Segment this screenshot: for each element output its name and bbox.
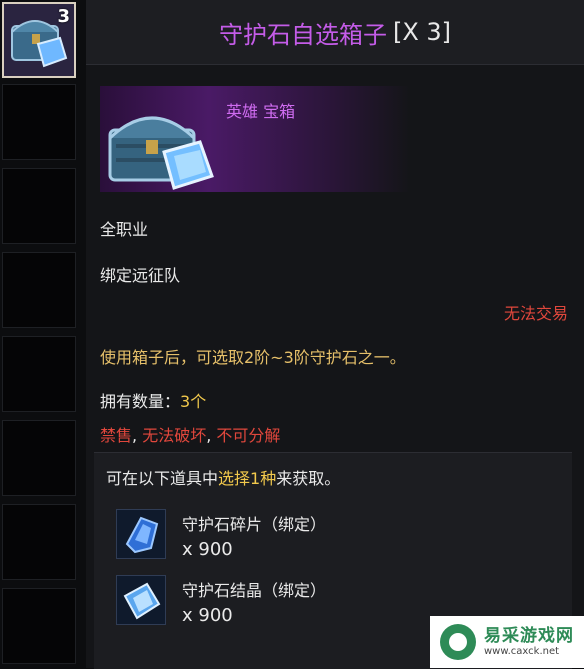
shard-icon bbox=[125, 516, 159, 554]
inventory-slot-selected[interactable]: 3 bbox=[2, 2, 76, 78]
reward-name-crystal: 守护石结晶（绑定） bbox=[182, 581, 327, 600]
item-title: 守护石自选箱子 bbox=[218, 20, 387, 49]
bind-type: 绑定远征队 bbox=[100, 266, 181, 285]
restriction-dismantle: 不可分解 bbox=[216, 426, 281, 445]
item-grade-label: 英雄 宝箱 bbox=[226, 102, 296, 121]
reward-qty-shard: x 900 bbox=[182, 539, 233, 560]
restriction-separator: , bbox=[132, 426, 143, 445]
choice-suffix: 来获取。 bbox=[276, 469, 341, 488]
item-description: 使用箱子后，可选取2阶~3阶守护石之一。 bbox=[100, 348, 406, 367]
crystal-icon bbox=[123, 582, 161, 620]
item-tooltip: 守护石自选箱子 [X 3] 英雄 宝箱 全职业 绑定远征队 无法交易 使用箱子后… bbox=[86, 0, 584, 669]
choice-prefix: 可在以下道具中 bbox=[106, 469, 219, 488]
site-logo-icon bbox=[440, 624, 476, 660]
item-stack-count: 3 bbox=[57, 6, 70, 27]
tooltip-title-bar: 守护石自选箱子 [X 3] bbox=[86, 0, 584, 65]
owned-label: 拥有数量： bbox=[100, 392, 181, 411]
watermark-name: 易采游戏网 bbox=[484, 626, 574, 647]
reward-qty-crystal: x 900 bbox=[182, 605, 233, 626]
site-watermark: 易采游戏网 www.caxck.net bbox=[430, 616, 584, 668]
watermark-url: www.caxck.net bbox=[484, 645, 560, 657]
treasure-chest-icon bbox=[108, 116, 214, 190]
inventory-slot[interactable] bbox=[2, 168, 76, 244]
class-restriction: 全职业 bbox=[100, 220, 149, 239]
reward-name-shard: 守护石碎片（绑定） bbox=[182, 515, 327, 534]
owned-value: 3个 bbox=[180, 392, 207, 411]
inventory-slot[interactable] bbox=[2, 588, 76, 664]
owned-count: 拥有数量：3个 bbox=[100, 388, 206, 412]
restriction-sell: 禁售 bbox=[100, 426, 133, 445]
item-quantity-tag: [X 3] bbox=[392, 18, 452, 46]
restriction-separator: , bbox=[206, 426, 217, 445]
inventory-slot[interactable] bbox=[2, 504, 76, 580]
restriction-list: 禁售, 无法破坏, 不可分解 bbox=[100, 422, 280, 446]
inventory-slot[interactable] bbox=[2, 336, 76, 412]
trade-status: 无法交易 bbox=[503, 304, 568, 323]
item-banner: 英雄 宝箱 bbox=[100, 86, 410, 192]
reward-item-crystal[interactable] bbox=[116, 575, 166, 625]
choice-highlight: 选择1种 bbox=[218, 469, 277, 488]
choice-instruction: 可在以下道具中选择1种来获取。 bbox=[106, 465, 340, 489]
inventory-slot[interactable] bbox=[2, 84, 76, 160]
inventory-slot[interactable] bbox=[2, 420, 76, 496]
inventory-slot[interactable] bbox=[2, 252, 76, 328]
reward-item-shard[interactable] bbox=[116, 509, 166, 559]
inventory-column: 3 bbox=[0, 0, 80, 668]
restriction-destroy: 无法破坏 bbox=[142, 426, 207, 445]
